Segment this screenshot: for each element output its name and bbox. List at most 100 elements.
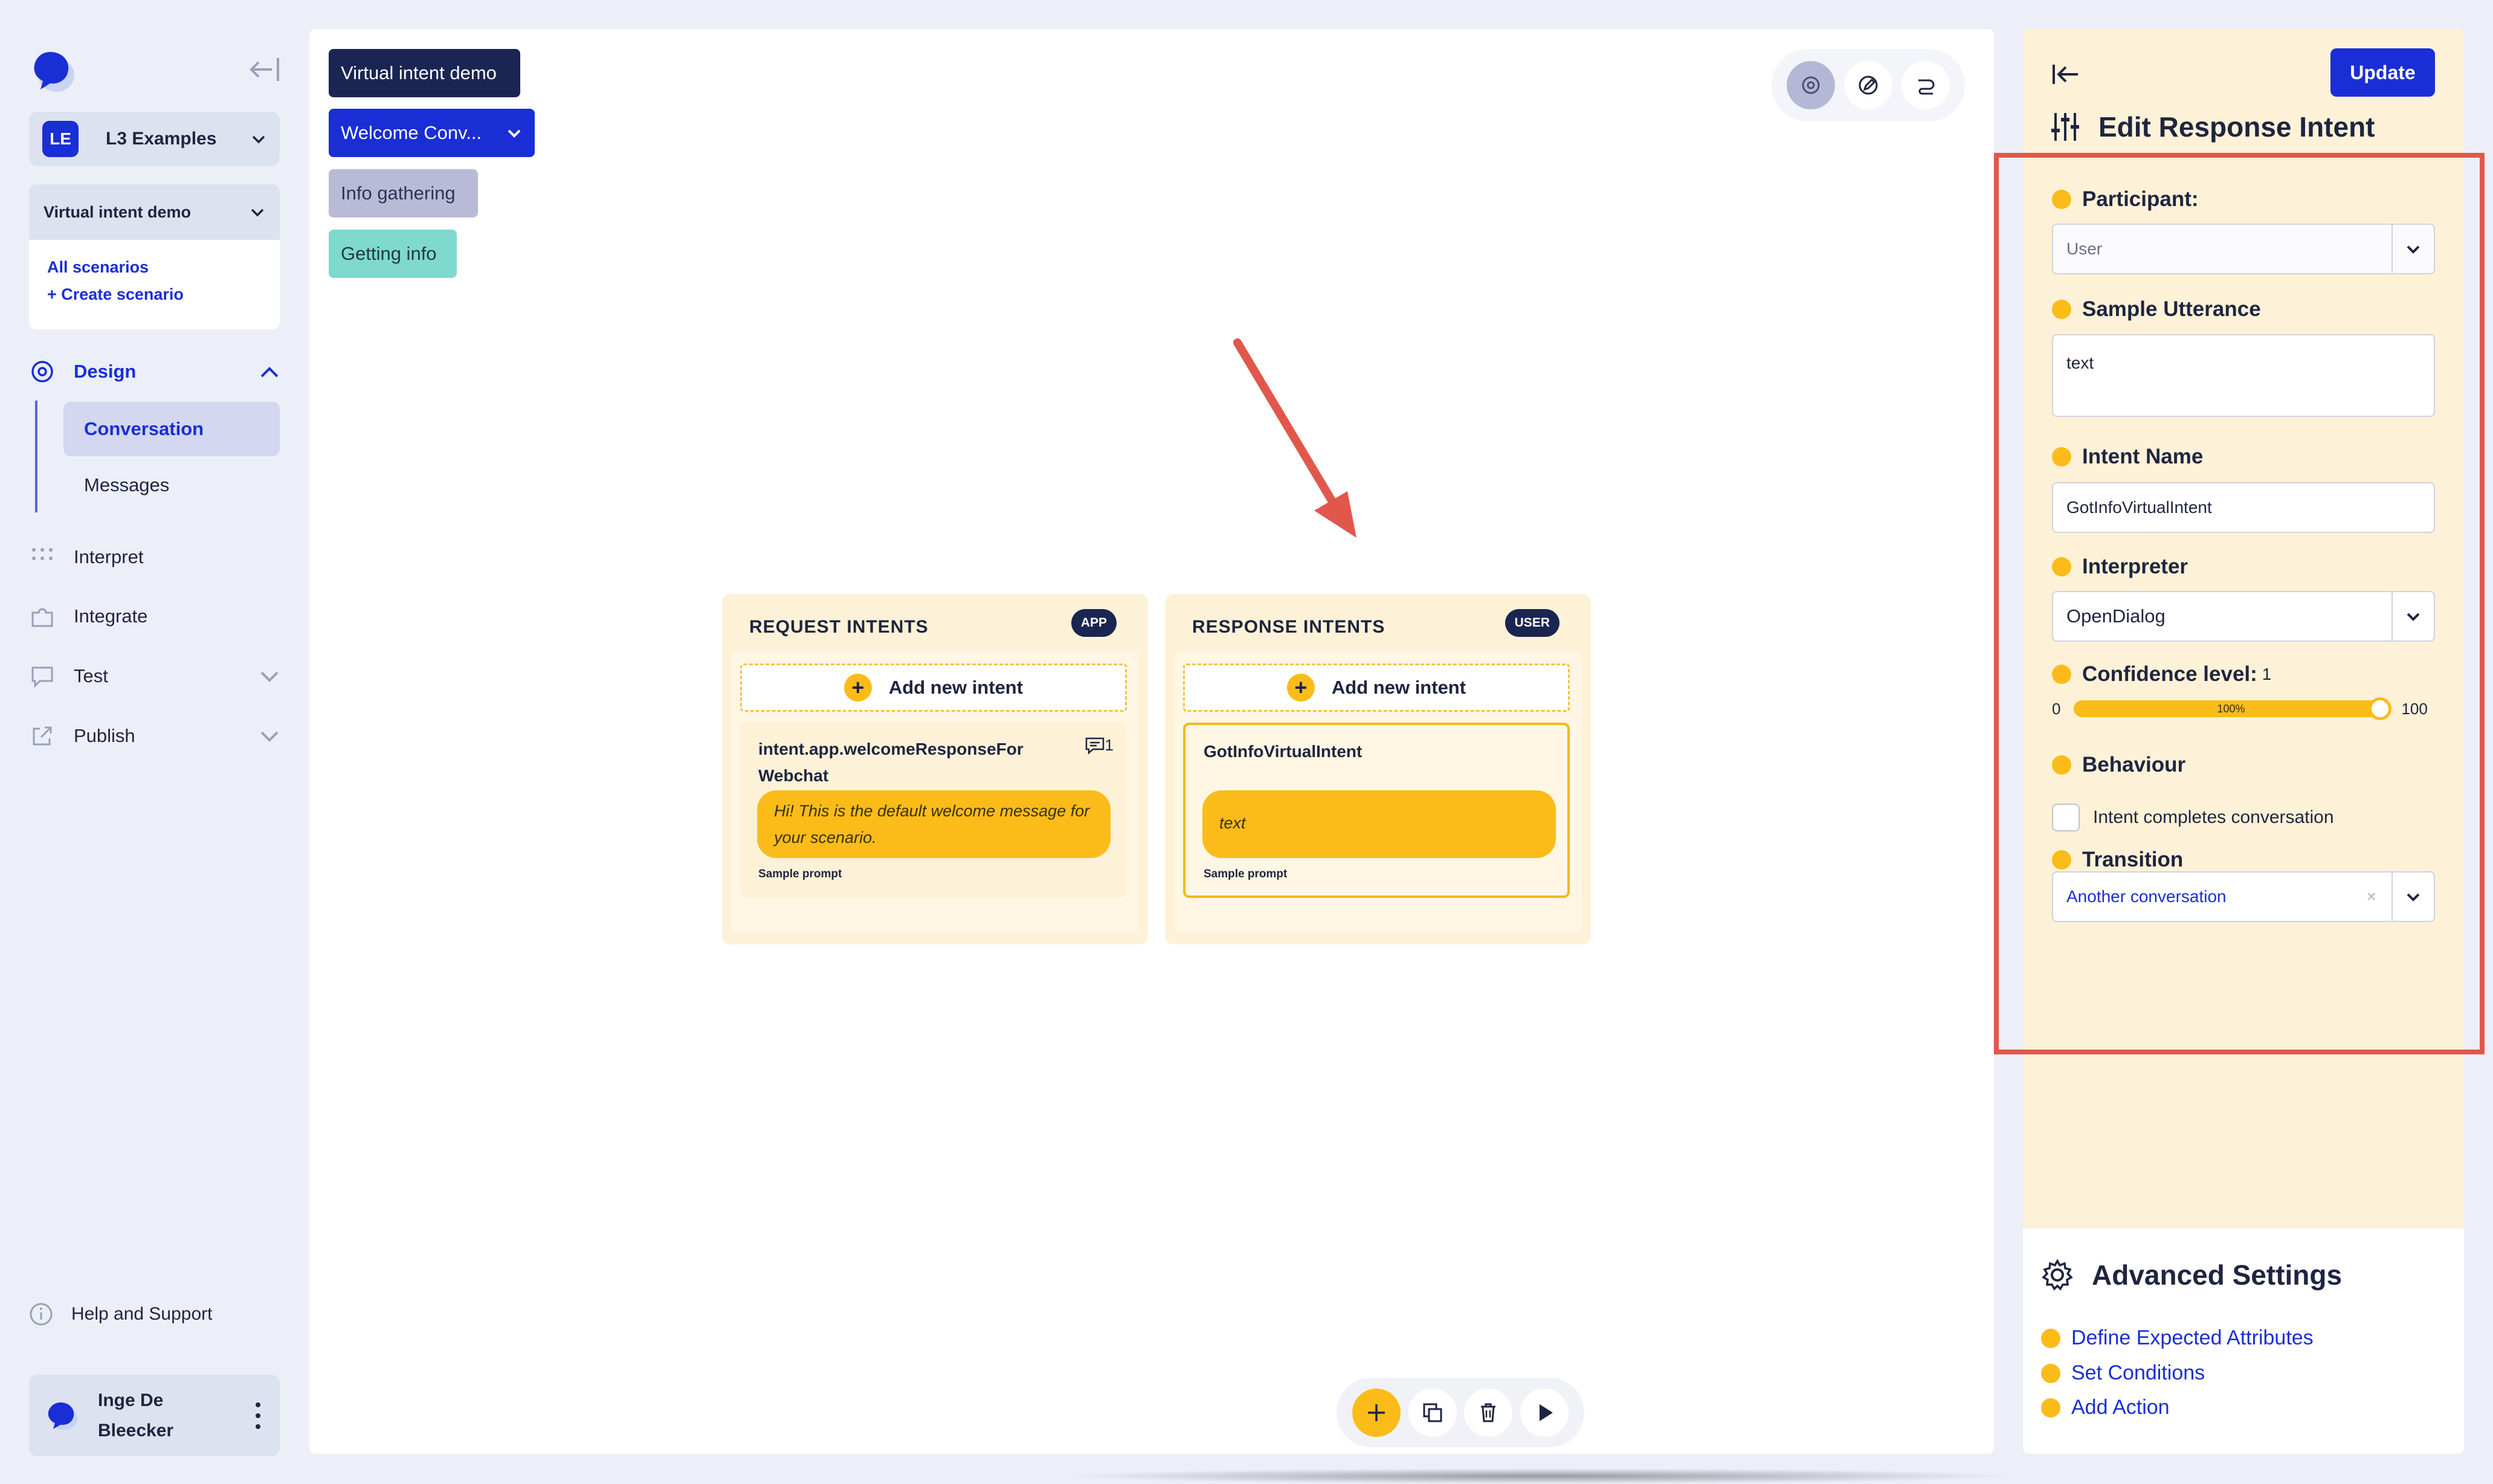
design-view-button[interactable] (1787, 61, 1836, 109)
copy-icon (1423, 1403, 1442, 1422)
add-response-intent-button[interactable]: + Add new intent (1183, 663, 1570, 712)
delete-button[interactable] (1464, 1388, 1513, 1437)
more-options-icon[interactable] (251, 1398, 265, 1434)
design-icon (1802, 76, 1820, 94)
window-shadow (1057, 1468, 2024, 1484)
avatar (48, 1402, 77, 1430)
opendialog-logo-icon[interactable] (27, 47, 79, 95)
nav-integrate-label: Integrate (74, 605, 148, 627)
nav-interpret-label: Interpret (74, 546, 144, 567)
duplicate-button[interactable] (1408, 1388, 1457, 1437)
bullet-dot (2041, 1363, 2060, 1383)
sample-prompt-label: Sample prompt (1204, 868, 1288, 880)
scenario-name: Virtual intent demo (44, 202, 192, 221)
intent-name: GotInfoVirtualIntent (1204, 742, 1363, 761)
scenario-chip[interactable]: Virtual intent demo (329, 49, 520, 97)
user-menu[interactable]: Inge De Bleecker (29, 1375, 280, 1456)
intent-name: intent.app.welcomeResponseFor Webchat (758, 740, 1024, 785)
request-intents-list: + Add new intent intent.app.welcomeRespo… (731, 651, 1139, 932)
nav-integrate[interactable]: Integrate (29, 603, 147, 630)
app-badge: APP (1071, 609, 1117, 637)
plus-icon: + (1286, 674, 1315, 702)
conversation-canvas: Virtual intent demo Welcome Conv... Info… (309, 29, 1994, 1454)
utterance-text: text (1219, 814, 1246, 832)
workspace-name: L3 Examples (106, 129, 217, 149)
response-intents-list: + Add new intent GotInfoVirtualIntent te… (1174, 651, 1582, 932)
chevron-down-icon[interactable] (259, 665, 280, 687)
workspace-select[interactable]: LE L3 Examples (29, 112, 280, 166)
flow-icon (1918, 79, 1935, 95)
nav-subtree-line (35, 401, 37, 512)
bullet-dot (2041, 1328, 2060, 1348)
gear-icon (2042, 1259, 2073, 1291)
chevron-down-icon[interactable] (259, 725, 280, 747)
turn-chip[interactable]: Getting info (329, 230, 457, 278)
set-conditions-link[interactable]: Set Conditions (2041, 1361, 2205, 1385)
help-and-support[interactable]: Help and Support (29, 1302, 213, 1326)
set-conditions-label: Set Conditions (2071, 1361, 2205, 1384)
annotation-highlight-box (1994, 153, 2485, 1054)
message-bubble: Hi! This is the default welcome message … (757, 790, 1111, 858)
add-action-link[interactable]: Add Action (2041, 1396, 2170, 1419)
interpret-icon (32, 548, 53, 560)
scenario-box: Virtual intent demo All scenarios + Crea… (29, 184, 280, 329)
user-badge: USER (1505, 609, 1559, 637)
plus-icon (1368, 1404, 1385, 1421)
all-scenarios-link[interactable]: All scenarios (29, 258, 280, 277)
request-intents-panel: REQUEST INTENTS APP + Add new intent int… (722, 594, 1148, 944)
nav-test-label: Test (74, 665, 108, 686)
response-intents-title: RESPONSE INTENTS (1192, 617, 1385, 637)
user-last-name: Bleecker (98, 1420, 174, 1440)
edit-icon (1859, 76, 1878, 95)
trash-icon (1481, 1403, 1496, 1422)
chevron-up-icon[interactable] (259, 361, 280, 383)
edit-view-button[interactable] (1843, 61, 1892, 109)
help-label: Help and Support (71, 1304, 213, 1324)
add-request-intent-button[interactable]: + Add new intent (740, 663, 1127, 712)
advanced-settings-title: Advanced Settings (2041, 1259, 2342, 1291)
nav-test[interactable]: Test (29, 663, 108, 689)
user-first-name: Inge De (98, 1390, 164, 1410)
play-button[interactable] (1520, 1388, 1569, 1437)
response-intents-panel: RESPONSE INTENTS USER + Add new intent G… (1165, 594, 1591, 944)
message-count-value: 1 (1105, 736, 1114, 754)
sample-prompt-label: Sample prompt (758, 868, 842, 880)
chevron-down-icon (252, 135, 265, 144)
bullet-dot (2041, 1398, 2060, 1418)
scene-chip[interactable]: Info gathering (329, 169, 478, 218)
collapse-sidebar-icon[interactable] (247, 54, 283, 85)
update-button[interactable]: Update (2330, 48, 2435, 97)
annotation-arrow-icon (1233, 338, 1356, 538)
view-toolbar (1772, 49, 1965, 121)
chevron-down-icon (251, 208, 264, 217)
add-button[interactable] (1352, 1388, 1401, 1437)
advanced-settings: Advanced Settings Define Expected Attrib… (2023, 1228, 2464, 1454)
define-attributes-link[interactable]: Define Expected Attributes (2041, 1326, 2314, 1350)
play-icon (1539, 1404, 1553, 1421)
create-scenario-link[interactable]: + Create scenario (29, 285, 280, 304)
canvas-actions-bar (1337, 1378, 1584, 1447)
scenario-select[interactable]: Virtual intent demo (29, 184, 280, 240)
nav-interpret[interactable]: Interpret (29, 544, 143, 570)
message-icon (1085, 737, 1104, 755)
conversation-chip[interactable]: Welcome Conv... (329, 109, 535, 157)
request-intent-card[interactable]: intent.app.welcomeResponseFor Webchat 1 … (740, 723, 1127, 898)
design-icon (31, 361, 53, 382)
flow-view-button[interactable] (1901, 61, 1950, 109)
message-count: 1 (1085, 736, 1114, 755)
request-intents-title: REQUEST INTENTS (749, 617, 929, 637)
nav-design[interactable]: Design (29, 358, 136, 385)
nav-publish[interactable]: Publish (29, 723, 135, 749)
plus-icon: + (843, 674, 872, 702)
response-intent-card[interactable]: GotInfoVirtualIntent text Sample prompt (1183, 723, 1570, 898)
workspace-badge: LE (42, 121, 79, 157)
nav-messages[interactable]: Messages (63, 458, 280, 512)
panel-title: Edit Response Intent (2050, 111, 2375, 143)
nav-conversation[interactable]: Conversation (63, 402, 280, 456)
define-attributes-label: Define Expected Attributes (2071, 1326, 2314, 1349)
chevron-down-icon[interactable] (506, 124, 523, 141)
conversation-chip-label: Welcome Conv... (341, 122, 482, 143)
back-arrow-icon[interactable] (2050, 62, 2080, 86)
sidebar: LE L3 Examples Virtual intent demo All s… (0, 0, 302, 1484)
chat-test-icon (31, 666, 53, 688)
